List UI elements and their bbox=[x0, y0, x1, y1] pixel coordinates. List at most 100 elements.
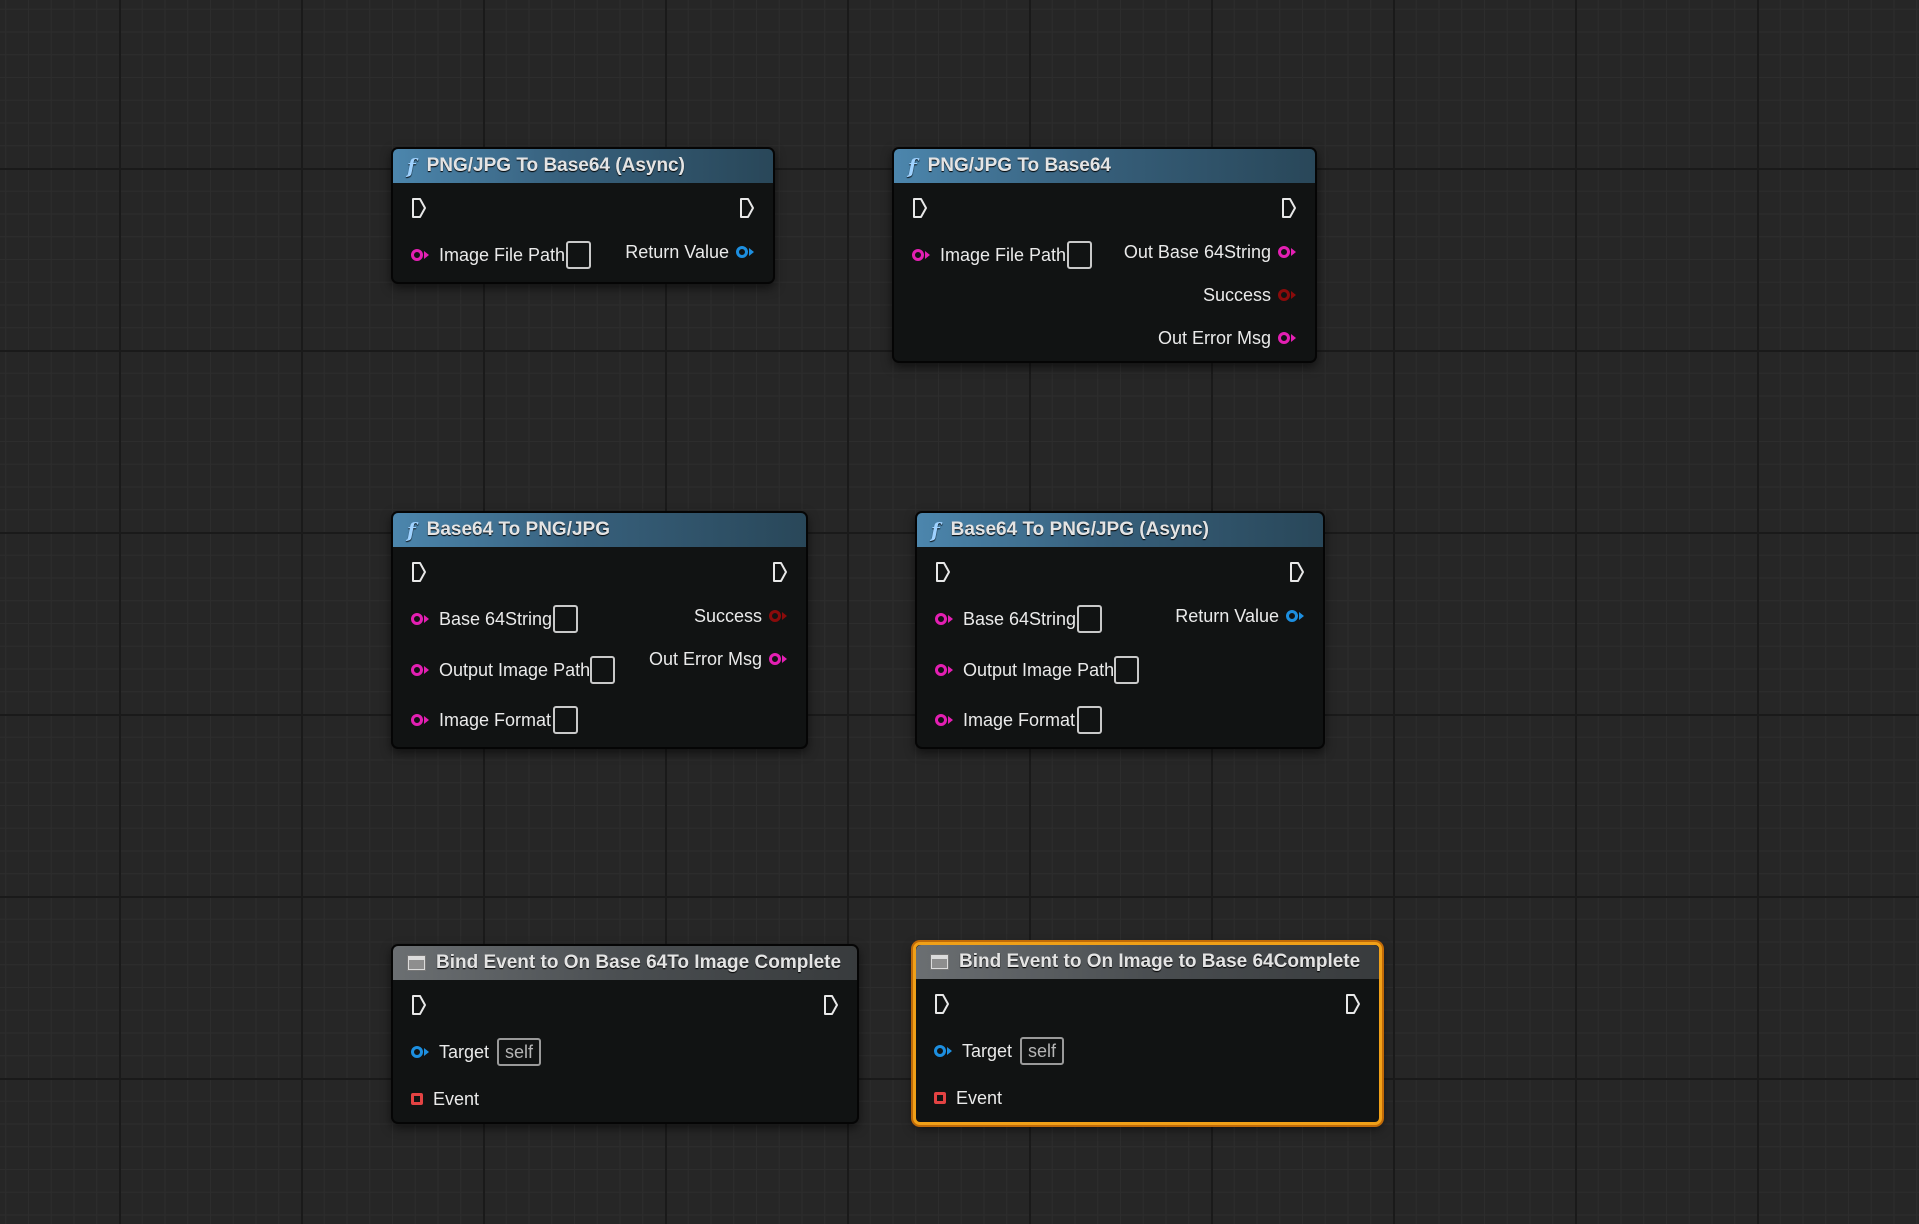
pin-arrow-icon bbox=[1291, 248, 1296, 256]
node-bind-image-to-base64-complete[interactable]: Bind Event to On Image to Base 64Complet… bbox=[913, 942, 1382, 1125]
exec-out-pin-icon[interactable] bbox=[739, 197, 755, 219]
target-default-value[interactable]: self bbox=[497, 1038, 542, 1066]
return-value-label: Return Value bbox=[625, 242, 729, 262]
output-image-path-input[interactable] bbox=[1114, 656, 1139, 684]
node-png-to-base64-async[interactable]: f PNG/JPG To Base64 (Async) Image File P… bbox=[391, 147, 775, 284]
pin-arrow-icon bbox=[424, 1048, 429, 1056]
return-value-pin[interactable] bbox=[736, 246, 748, 258]
event-delegate-pin[interactable] bbox=[934, 1092, 946, 1104]
pin-arrow-icon bbox=[948, 716, 953, 724]
image-file-path-pin[interactable] bbox=[912, 249, 924, 261]
node-base64-to-png-async[interactable]: f Base64 To PNG/JPG (Async) Base 64Strin… bbox=[915, 511, 1325, 749]
node-title: Base64 To PNG/JPG bbox=[426, 519, 610, 540]
base64-string-label: Base 64String bbox=[963, 609, 1077, 629]
image-format-pin[interactable] bbox=[935, 714, 947, 726]
image-format-input[interactable] bbox=[1077, 706, 1102, 734]
node-png-to-base64[interactable]: f PNG/JPG To Base64 Image File Path Out … bbox=[892, 147, 1317, 363]
image-format-input[interactable] bbox=[553, 706, 578, 734]
pin-arrow-icon bbox=[1299, 612, 1304, 620]
function-icon: f bbox=[908, 154, 917, 178]
success-pin[interactable] bbox=[769, 610, 781, 622]
node-base64-to-png[interactable]: f Base64 To PNG/JPG Base 64String Output… bbox=[391, 511, 808, 749]
target-pin[interactable] bbox=[411, 1046, 423, 1058]
node-title: Bind Event to On Base 64To Image Complet… bbox=[436, 952, 842, 973]
pin-arrow-icon bbox=[749, 248, 754, 256]
exec-in-pin-icon[interactable] bbox=[411, 561, 427, 583]
pin-arrow-icon bbox=[925, 251, 930, 259]
node-title: PNG/JPG To Base64 (Async) bbox=[426, 155, 685, 176]
pin-arrow-icon bbox=[424, 615, 429, 623]
image-format-label: Image Format bbox=[439, 710, 552, 730]
image-file-path-pin[interactable] bbox=[411, 249, 423, 261]
success-label: Success bbox=[693, 606, 762, 626]
exec-out-pin-icon[interactable] bbox=[1281, 197, 1297, 219]
pin-arrow-icon bbox=[424, 666, 429, 674]
out-error-msg-pin[interactable] bbox=[1278, 332, 1290, 344]
out-base64-string-pin[interactable] bbox=[1278, 246, 1290, 258]
node-title: Base64 To PNG/JPG (Async) bbox=[950, 519, 1209, 540]
base64-string-pin[interactable] bbox=[411, 613, 423, 625]
node-header[interactable]: f Base64 To PNG/JPG (Async) bbox=[917, 513, 1323, 547]
base64-string-input[interactable] bbox=[1077, 605, 1102, 633]
exec-out-pin-icon[interactable] bbox=[1345, 993, 1361, 1015]
output-image-path-pin[interactable] bbox=[411, 664, 423, 676]
node-bind-base64-to-image-complete[interactable]: Bind Event to On Base 64To Image Complet… bbox=[391, 944, 859, 1124]
image-file-path-input[interactable] bbox=[1067, 241, 1092, 269]
pin-arrow-icon bbox=[947, 1047, 952, 1055]
output-image-path-label: Output Image Path bbox=[963, 660, 1115, 680]
output-image-path-label: Output Image Path bbox=[439, 660, 591, 680]
event-icon bbox=[930, 954, 949, 970]
node-header[interactable]: Bind Event to On Base 64To Image Complet… bbox=[393, 946, 857, 980]
success-label: Success bbox=[1202, 285, 1271, 305]
exec-in-pin-icon[interactable] bbox=[935, 561, 951, 583]
event-icon bbox=[407, 955, 426, 971]
node-title: PNG/JPG To Base64 bbox=[927, 155, 1111, 176]
out-base64-string-label: Out Base 64String bbox=[1123, 242, 1271, 262]
exec-in-pin-icon[interactable] bbox=[411, 994, 427, 1016]
out-error-msg-label: Out Error Msg bbox=[1157, 328, 1271, 348]
pin-arrow-icon bbox=[1291, 291, 1296, 299]
function-icon: f bbox=[407, 518, 416, 542]
node-header[interactable]: f PNG/JPG To Base64 (Async) bbox=[393, 149, 773, 183]
pin-arrow-icon bbox=[1291, 334, 1296, 342]
event-label: Event bbox=[433, 1089, 480, 1109]
target-label: Target bbox=[439, 1042, 490, 1062]
function-icon: f bbox=[931, 518, 940, 542]
exec-out-pin-icon[interactable] bbox=[772, 561, 788, 583]
base64-string-label: Base 64String bbox=[439, 609, 553, 629]
output-image-path-input[interactable] bbox=[590, 656, 615, 684]
exec-out-pin-icon[interactable] bbox=[823, 994, 839, 1016]
exec-in-pin-icon[interactable] bbox=[934, 993, 950, 1015]
exec-out-pin-icon[interactable] bbox=[1289, 561, 1305, 583]
pin-arrow-icon bbox=[424, 251, 429, 259]
pin-arrow-icon bbox=[782, 655, 787, 663]
event-label: Event bbox=[956, 1088, 1003, 1108]
pin-arrow-icon bbox=[782, 612, 787, 620]
out-error-msg-label: Out Error Msg bbox=[648, 649, 762, 669]
exec-in-pin-icon[interactable] bbox=[912, 197, 928, 219]
image-file-path-input[interactable] bbox=[566, 241, 591, 269]
target-default-value[interactable]: self bbox=[1020, 1037, 1065, 1065]
function-icon: f bbox=[407, 154, 416, 178]
return-value-label: Return Value bbox=[1175, 606, 1279, 626]
image-file-path-label: Image File Path bbox=[940, 245, 1067, 265]
out-error-msg-pin[interactable] bbox=[769, 653, 781, 665]
image-format-pin[interactable] bbox=[411, 714, 423, 726]
event-delegate-pin[interactable] bbox=[411, 1093, 423, 1105]
success-pin[interactable] bbox=[1278, 289, 1290, 301]
pin-arrow-icon bbox=[948, 666, 953, 674]
target-pin[interactable] bbox=[934, 1045, 946, 1057]
pin-arrow-icon bbox=[424, 716, 429, 724]
exec-in-pin-icon[interactable] bbox=[411, 197, 427, 219]
image-format-label: Image Format bbox=[963, 710, 1076, 730]
image-file-path-label: Image File Path bbox=[439, 245, 566, 265]
node-header[interactable]: Bind Event to On Image to Base 64Complet… bbox=[916, 945, 1379, 979]
pin-arrow-icon bbox=[948, 615, 953, 623]
node-header[interactable]: f PNG/JPG To Base64 bbox=[894, 149, 1315, 183]
target-label: Target bbox=[962, 1041, 1013, 1061]
base64-string-input[interactable] bbox=[553, 605, 578, 633]
return-value-pin[interactable] bbox=[1286, 610, 1298, 622]
base64-string-pin[interactable] bbox=[935, 613, 947, 625]
output-image-path-pin[interactable] bbox=[935, 664, 947, 676]
node-header[interactable]: f Base64 To PNG/JPG bbox=[393, 513, 806, 547]
